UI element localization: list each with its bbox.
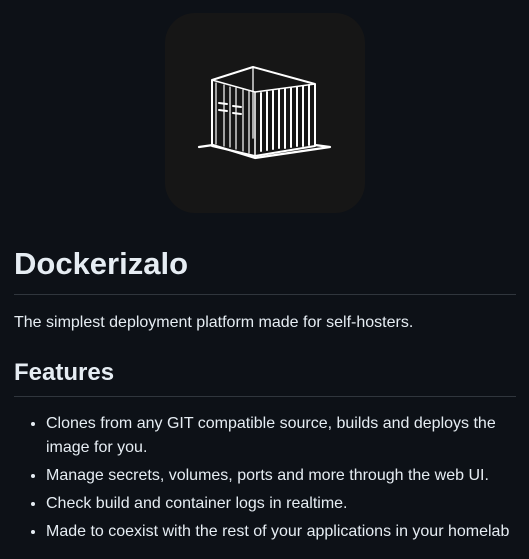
feature-item-git-build-deploy: Clones from any GIT compatible source, b… (46, 412, 516, 460)
feature-item-realtime-logs: Check build and container logs in realti… (46, 492, 516, 516)
features-heading: Features (14, 359, 115, 386)
title-divider (14, 294, 516, 295)
project-tagline: The simplest deployment platform made fo… (14, 314, 414, 331)
feature-item-web-ui-management: Manage secrets, volumes, ports and more … (46, 464, 516, 488)
features-list: Clones from any GIT compatible source, b… (14, 412, 516, 548)
project-logo (165, 13, 365, 213)
feature-item-homelab-coexistence: Made to coexist with the rest of your ap… (46, 520, 516, 544)
page-title: Dockerizalo (14, 246, 189, 281)
shipping-container-icon (197, 66, 332, 160)
features-divider (14, 396, 516, 397)
